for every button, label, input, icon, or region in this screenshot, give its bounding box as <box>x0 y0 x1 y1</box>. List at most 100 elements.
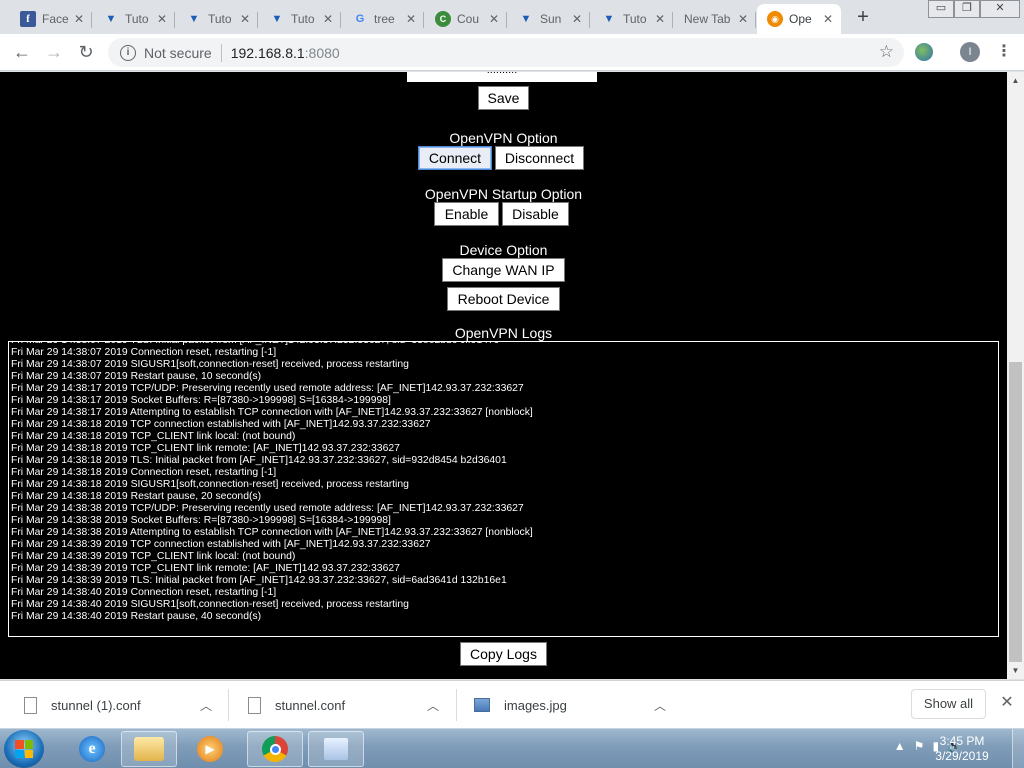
log-line: Fri Mar 29 14:38:40 2019 Restart pause, … <box>11 611 262 622</box>
file-icon <box>24 696 37 714</box>
forward-arrow-icon[interactable]: → <box>42 40 66 64</box>
download-item[interactable]: stunnel (1).conf ︿ <box>0 681 229 729</box>
close-icon[interactable]: ✕ <box>736 12 750 26</box>
save-button[interactable]: Save <box>478 86 529 110</box>
tab-label: Tuto <box>208 12 232 26</box>
show-hidden-icons-icon[interactable]: ▲ <box>894 739 906 753</box>
tab-tutorial-1[interactable]: ▼ Tuto ✕ <box>93 4 175 34</box>
new-tab-button[interactable]: + <box>852 6 874 28</box>
disconnect-button[interactable]: Disconnect <box>495 146 584 170</box>
connect-button[interactable]: Connect <box>418 146 492 170</box>
close-icon[interactable]: ✕ <box>404 12 418 26</box>
chevron-up-icon[interactable]: ︿ <box>654 697 666 714</box>
tab-label: Tuto <box>125 12 149 26</box>
tab-new-tab[interactable]: New Tab ✕ <box>674 4 756 34</box>
log-line: Fri Mar 29 14:38:07 2019 Restart pause, … <box>11 371 262 382</box>
scroll-thumb[interactable] <box>1009 362 1022 662</box>
download-item[interactable]: stunnel.conf ︿ <box>228 681 457 729</box>
log-line: Fri Mar 29 14:38:38 2019 TCP/UDP: Preser… <box>11 503 524 514</box>
log-line: Fri Mar 29 14:38:18 2019 Connection rese… <box>11 467 277 478</box>
scroll-up-arrow-icon[interactable]: ▲ <box>1007 72 1024 89</box>
window-close-button[interactable]: ✕ <box>980 0 1020 18</box>
media-player-taskbar-button[interactable]: ▶ <box>182 731 238 767</box>
log-line: Fri Mar 29 14:38:07 2019 SIGUSR1[soft,co… <box>11 359 409 370</box>
internet-explorer-taskbar-button[interactable]: e <box>64 731 120 767</box>
chrome-taskbar-button[interactable] <box>247 731 303 767</box>
tab-facebook[interactable]: f Face ✕ <box>10 4 92 34</box>
close-icon[interactable]: ✕ <box>653 12 667 26</box>
disable-button[interactable]: Disable <box>502 202 569 226</box>
log-line: Fri Mar 29 14:38:17 2019 Socket Buffers:… <box>11 395 391 406</box>
show-desktop-button[interactable] <box>1012 729 1024 768</box>
enable-button[interactable]: Enable <box>434 202 499 226</box>
download-shelf: stunnel (1).conf ︿ stunnel.conf ︿ images… <box>0 680 1024 728</box>
close-icon[interactable]: ✕ <box>998 694 1016 712</box>
tab-sun[interactable]: ▼ Sun ✕ <box>508 4 590 34</box>
log-line: Fri Mar 29 14:38:18 2019 TCP connection … <box>11 419 431 430</box>
back-arrow-icon[interactable]: ← <box>10 40 34 64</box>
restore-button[interactable]: ❐ <box>954 0 980 18</box>
taskbar-clock[interactable]: 3:45 PM 3/29/2019 <box>932 734 992 764</box>
device-option-heading: Device Option <box>459 242 548 258</box>
log-line: Fri Mar 29 14:38:40 2019 SIGUSR1[soft,co… <box>11 599 409 610</box>
log-line: Fri Mar 29 14:38:07 2019 Connection rese… <box>11 347 277 358</box>
log-line: Fri Mar 29 14:38:18 2019 TCP_CLIENT link… <box>11 443 400 454</box>
windows-logo-icon <box>15 740 33 758</box>
log-line: Fri Mar 29 14:38:40 2019 Connection rese… <box>11 587 277 598</box>
copy-logs-button[interactable]: Copy Logs <box>460 642 547 666</box>
tab-label: Ope <box>789 12 812 26</box>
url-host[interactable]: 192.168.8.1 <box>231 45 305 61</box>
media-player-icon: ▶ <box>197 736 223 762</box>
close-icon[interactable]: ✕ <box>570 12 584 26</box>
log-line: Fri Mar 29 14:38:39 2019 TCP_CLIENT link… <box>11 563 400 574</box>
tab-tutorial-4[interactable]: ▼ Tuto ✕ <box>591 4 673 34</box>
show-all-button[interactable]: Show all <box>911 689 986 719</box>
download-item[interactable]: images.jpg ︿ <box>456 681 684 729</box>
close-icon[interactable]: ✕ <box>821 12 835 26</box>
log-line: Fri Mar 29 14:38:18 2019 SIGUSR1[soft,co… <box>11 479 409 490</box>
close-icon[interactable]: ✕ <box>72 12 86 26</box>
page-scrollbar[interactable]: ▲ ▼ <box>1007 72 1024 679</box>
menu-kebab-icon[interactable]: ⋮ <box>994 42 1014 62</box>
notepad-taskbar-button[interactable] <box>308 731 364 767</box>
log-line: Fri Mar 29 14:38:17 2019 TCP/UDP: Preser… <box>11 383 524 394</box>
file-explorer-icon <box>134 737 164 761</box>
close-icon[interactable]: ✕ <box>487 12 501 26</box>
google-icon: G <box>355 13 365 25</box>
tab-tutorial-3[interactable]: ▼ Tuto ✕ <box>259 4 341 34</box>
close-icon[interactable]: ✕ <box>321 12 335 26</box>
change-wan-ip-button[interactable]: Change WAN IP <box>442 258 565 282</box>
close-icon[interactable]: ✕ <box>155 12 169 26</box>
browser-toolbar: ← → ↻ i Not secure 192.168.8.1 :8080 ☆ I… <box>0 34 1024 71</box>
url-port[interactable]: :8080 <box>305 45 340 61</box>
profile-avatar[interactable]: I <box>960 42 980 62</box>
openvpn-option-heading: OpenVPN Option <box>449 130 558 146</box>
address-bar[interactable]: i Not secure 192.168.8.1 :8080 ☆ <box>108 38 904 67</box>
tutorial-site-icon: ▼ <box>603 13 615 25</box>
tab-course[interactable]: C Cou ✕ <box>425 4 507 34</box>
scroll-down-arrow-icon[interactable]: ▼ <box>1007 662 1024 679</box>
file-explorer-taskbar-button[interactable] <box>121 731 177 767</box>
start-button[interactable] <box>4 730 44 768</box>
log-line: Fri Mar 29 14:38:39 2019 TCP connection … <box>11 539 431 550</box>
extension-globe-icon[interactable] <box>915 43 933 61</box>
close-icon[interactable]: ✕ <box>238 12 252 26</box>
info-icon[interactable]: i <box>120 44 136 61</box>
reboot-device-button[interactable]: Reboot Device <box>447 287 560 311</box>
chevron-up-icon[interactable]: ︿ <box>200 697 212 714</box>
reload-icon[interactable]: ↻ <box>74 40 98 64</box>
tab-label: Sun <box>540 12 562 26</box>
minimize-button[interactable]: ▭ <box>928 0 954 18</box>
download-filename: images.jpg <box>504 697 567 713</box>
security-label[interactable]: Not secure <box>144 45 212 61</box>
tab-tutorial-2[interactable]: ▼ Tuto ✕ <box>176 4 258 34</box>
tab-google[interactable]: G tree ✕ <box>342 4 424 34</box>
password-field[interactable]: .......... <box>407 72 597 82</box>
log-line: Fri Mar 29 14:38:18 2019 Restart pause, … <box>11 491 262 502</box>
log-textarea[interactable]: Fri Mar 29 14:38:07 2019 TLS: Initial pa… <box>8 341 999 637</box>
chevron-up-icon[interactable]: ︿ <box>427 697 439 714</box>
action-center-flag-icon[interactable]: ⚑ <box>914 739 925 753</box>
course-icon: C <box>435 11 451 27</box>
bookmark-star-icon[interactable]: ☆ <box>879 42 894 62</box>
tab-openvpn[interactable]: ◉ Ope ✕ <box>757 4 841 34</box>
